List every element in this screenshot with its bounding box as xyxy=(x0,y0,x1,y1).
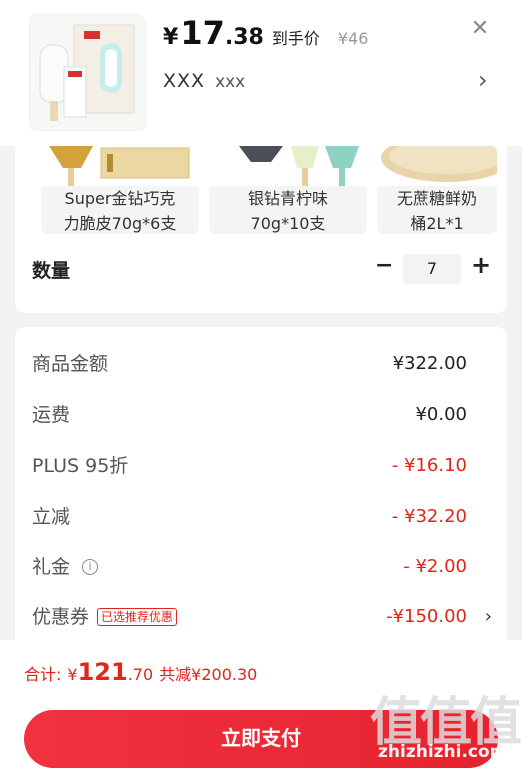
variant-card: Super金钻巧克 力脆皮70g*6支 银钻青柠味 70g*10支 无蔗糖鲜奶 … xyxy=(15,130,507,313)
total-summary: 合计: ¥ 121 .70 共减¥200.30 xyxy=(24,658,257,686)
shipping-label: 运费 xyxy=(32,404,71,426)
coupon-recommend-badge: 已选推荐优惠 xyxy=(97,608,178,626)
price-integer: 17 xyxy=(180,14,225,52)
quantity-label: 数量 xyxy=(32,260,71,282)
original-price: ¥46 xyxy=(337,29,369,48)
total-label: 合计: xyxy=(24,665,62,684)
instant-discount-value: - ¥32.20 xyxy=(391,506,467,527)
gift-row: 礼金 i - ¥2.00 xyxy=(32,552,492,582)
chevron-right-icon[interactable]: › xyxy=(485,602,492,632)
pay-now-button[interactable]: 立即支付 xyxy=(24,710,498,768)
shipping-value: ¥0.00 xyxy=(415,404,467,425)
variant-name-3: 无蔗糖鲜奶 桶2L*1 xyxy=(396,189,477,233)
coupon-row[interactable]: 优惠券 已选推荐优惠 -¥150.00 › xyxy=(32,602,492,632)
gift-label-wrap: 礼金 i xyxy=(32,552,99,582)
plus-discount-row: PLUS 95折 - ¥16.10 xyxy=(32,451,492,481)
price-currency: ¥ xyxy=(163,25,179,50)
total-currency: ¥ xyxy=(67,665,78,684)
shipping-row: 运费 ¥0.00 xyxy=(32,400,492,430)
close-icon[interactable]: ✕ xyxy=(469,18,491,40)
coupon-label-wrap: 优惠券 已选推荐优惠 xyxy=(32,602,178,632)
quantity-input[interactable]: 7 xyxy=(403,254,461,284)
goods-amount-label: 商品金额 xyxy=(32,353,109,375)
goods-amount-value: ¥322.00 xyxy=(392,353,467,374)
quantity-plus-button[interactable]: + xyxy=(471,251,491,279)
variant-option-2[interactable]: 银钻青柠味 70g*10支 xyxy=(209,146,367,234)
variant-option-1[interactable]: Super金钻巧克 力脆皮70g*6支 xyxy=(41,146,199,234)
gift-label: 礼金 xyxy=(32,556,71,578)
plus-discount-label: PLUS 95折 xyxy=(32,455,129,477)
total-integer: 121 xyxy=(77,658,128,686)
variant-image-3 xyxy=(377,146,497,186)
product-price: ¥ 17 .38 到手价 ¥46 xyxy=(163,14,368,52)
quantity-minus-button[interactable]: − xyxy=(375,253,393,278)
variant-option-3[interactable]: 无蔗糖鲜奶 桶2L*1 xyxy=(377,146,497,234)
variant-image-2 xyxy=(209,146,367,186)
total-decimal: .70 xyxy=(127,665,154,684)
sku-selector[interactable]: XXX xxx xyxy=(163,70,245,92)
price-decimal: .38 xyxy=(224,25,264,50)
total-saved: 共减¥200.30 xyxy=(159,665,258,684)
product-header: ¥ 17 .38 到手价 ¥46 ✕ XXX xxx › xyxy=(0,0,522,146)
product-thumbnail xyxy=(29,14,146,131)
goods-amount-row: 商品金额 ¥322.00 xyxy=(32,349,492,379)
checkout-footer: 合计: ¥ 121 .70 共减¥200.30 立即支付 xyxy=(0,640,522,774)
sku-main-text: XXX xyxy=(163,70,206,92)
variant-image-1 xyxy=(41,146,199,186)
variant-list: Super金钻巧克 力脆皮70g*6支 银钻青柠味 70g*10支 无蔗糖鲜奶 … xyxy=(41,146,497,234)
coupon-label: 优惠券 xyxy=(32,606,90,628)
info-icon[interactable]: i xyxy=(82,559,99,575)
chevron-right-icon[interactable]: › xyxy=(478,66,488,94)
coupon-value: -¥150.00 xyxy=(386,606,467,627)
variant-name-2: 银钻青柠味 70g*10支 xyxy=(247,189,328,233)
variant-name-1: Super金钻巧克 力脆皮70g*6支 xyxy=(63,189,177,233)
plus-discount-value: - ¥16.10 xyxy=(391,455,467,476)
price-tag-label: 到手价 xyxy=(271,29,320,48)
gift-value: - ¥2.00 xyxy=(403,556,467,577)
instant-discount-label: 立减 xyxy=(32,506,71,528)
sku-sub-text: xxx xyxy=(215,72,246,92)
price-breakdown-card: 商品金额 ¥322.00 运费 ¥0.00 PLUS 95折 - ¥16.10 … xyxy=(15,327,507,657)
instant-discount-row: 立减 - ¥32.20 xyxy=(32,502,492,532)
